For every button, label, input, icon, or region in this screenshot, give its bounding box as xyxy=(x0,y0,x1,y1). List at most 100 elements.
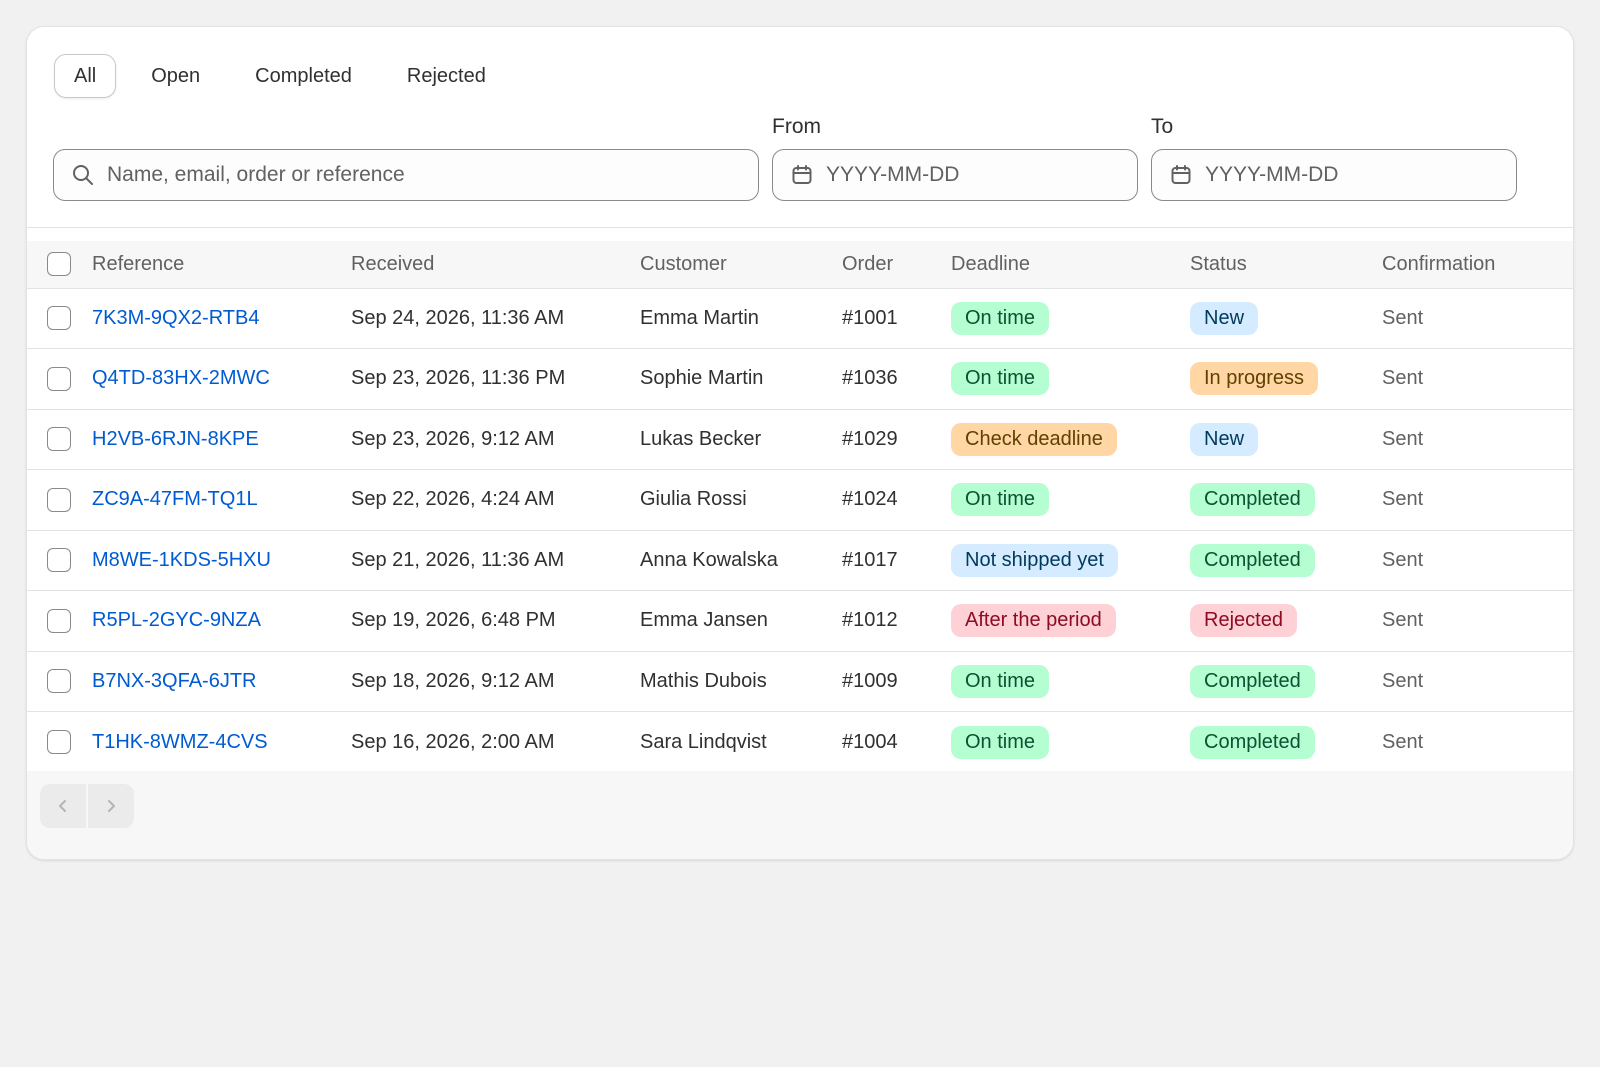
filter-tabs: All Open Completed Rejected xyxy=(54,54,521,98)
chevron-left-icon xyxy=(54,797,72,815)
from-date-input[interactable] xyxy=(824,154,1137,196)
order-cell: #1024 xyxy=(842,469,951,531)
reference-link[interactable]: B7NX-3QFA-6JTR xyxy=(92,670,256,692)
status-badge: In progress xyxy=(1190,362,1319,396)
deadline-cell: On time xyxy=(951,348,1190,410)
calendar-icon xyxy=(1169,163,1193,187)
row-checkbox[interactable] xyxy=(47,487,71,512)
status-badge: New xyxy=(1190,301,1259,335)
deadline-cell: On time xyxy=(951,651,1190,712)
to-date-input[interactable] xyxy=(1203,154,1516,196)
received-cell: Sep 21, 2026, 11:36 AM xyxy=(351,530,640,591)
reference-link[interactable]: 7K3M-9QX2-RTB4 xyxy=(92,307,259,329)
previous-page-button[interactable] xyxy=(40,784,86,828)
row-select-cell xyxy=(27,288,92,349)
table-row[interactable]: Q4TD-83HX-2MWC Sep 23, 2026, 11:36 PM Soph… xyxy=(27,348,1573,410)
row-select-cell xyxy=(27,590,92,652)
row-select-cell xyxy=(27,348,92,410)
table-row[interactable]: B7NX-3QFA-6JTR Sep 18, 2026, 9:12 AM Mathi… xyxy=(27,651,1573,712)
deadline-cell: After the period xyxy=(951,590,1190,652)
confirmation-cell: Sent xyxy=(1382,590,1573,652)
reference-cell: R5PL-2GYC-9NZA xyxy=(92,590,351,652)
table-row[interactable]: ZC9A-47FM-TQ1L Sep 22, 2026, 4:24 AM Giuli… xyxy=(27,469,1573,531)
deadline-badge: On time xyxy=(951,664,1050,698)
reference-cell: ZC9A-47FM-TQ1L xyxy=(92,469,351,531)
received-cell: Sep 22, 2026, 4:24 AM xyxy=(351,469,640,531)
row-checkbox[interactable] xyxy=(47,427,71,452)
table-row[interactable]: R5PL-2GYC-9NZA Sep 19, 2026, 6:48 PM Emma … xyxy=(27,590,1573,652)
reference-link[interactable]: Q4TD-83HX-2MWC xyxy=(92,367,270,389)
row-select-cell xyxy=(27,530,92,591)
tab-completed[interactable]: Completed xyxy=(235,54,372,98)
customer-cell: Emma Jansen xyxy=(640,590,842,652)
status-badge: New xyxy=(1190,422,1259,456)
table-row[interactable]: H2VB-6RJN-8KPE Sep 23, 2026, 9:12 AM Lukas… xyxy=(27,409,1573,470)
reference-link[interactable]: H2VB-6RJN-8KPE xyxy=(92,428,259,450)
column-header-status: Status xyxy=(1190,241,1382,289)
tab-open[interactable]: Open xyxy=(131,54,220,98)
row-checkbox[interactable] xyxy=(47,730,71,754)
search-input[interactable] xyxy=(105,154,758,196)
table-header-row: Reference Received Customer Order Deadli… xyxy=(27,241,1573,289)
customer-cell: Sophie Martin xyxy=(640,348,842,410)
order-cell: #1004 xyxy=(842,730,898,753)
customer-cell: Emma Martin xyxy=(640,288,842,349)
status-cell: New xyxy=(1190,409,1382,470)
deadline-badge: After the period xyxy=(951,604,1116,638)
customer-cell: Anna Kowalska xyxy=(640,530,842,591)
row-checkbox[interactable] xyxy=(47,306,71,331)
tab-rejected[interactable]: Rejected xyxy=(387,54,506,98)
row-select-cell xyxy=(27,409,92,470)
row-checkbox[interactable] xyxy=(47,669,71,694)
received-cell: Sep 16, 2026, 2:00 AM xyxy=(351,730,555,753)
order-cell: #1036 xyxy=(842,348,951,410)
status-badge: Completed xyxy=(1190,664,1315,698)
row-checkbox[interactable] xyxy=(47,608,71,633)
deadline-badge: On time xyxy=(951,301,1050,335)
status-cell: Completed xyxy=(1190,469,1382,531)
deadline-badge: On time xyxy=(951,483,1050,517)
calendar-icon xyxy=(790,163,814,187)
reference-link[interactable]: R5PL-2GYC-9NZA xyxy=(92,609,261,631)
deadline-badge: Not shipped yet xyxy=(951,543,1118,577)
deadline-cell: On time xyxy=(951,712,1190,773)
reference-link[interactable]: ZC9A-47FM-TQ1L xyxy=(92,488,258,510)
table-row[interactable]: 7K3M-9QX2-RTB4 Sep 24, 2026, 11:36 AM Emma… xyxy=(27,288,1573,349)
from-label: From xyxy=(772,115,821,138)
received-cell: Sep 23, 2026, 9:12 AM xyxy=(351,409,640,470)
table-row[interactable]: M8WE-1KDS-5HXU Sep 21, 2026, 11:36 AM Anna… xyxy=(27,530,1573,591)
confirmation-cell: Sent xyxy=(1382,409,1573,470)
chevron-right-icon xyxy=(102,797,120,815)
select-all-checkbox[interactable] xyxy=(47,252,71,277)
to-label: To xyxy=(1151,115,1174,138)
reference-link[interactable]: T1HK-8WMZ-4CVS xyxy=(92,731,268,753)
received-cell: Sep 18, 2026, 9:12 AM xyxy=(351,651,640,712)
reference-cell: H2VB-6RJN-8KPE xyxy=(92,409,351,470)
status-badge: Completed xyxy=(1190,543,1315,577)
row-checkbox[interactable] xyxy=(47,366,71,391)
pagination xyxy=(40,784,134,828)
confirmation-cell: Sent xyxy=(1382,651,1573,712)
tab-all[interactable]: All xyxy=(54,54,117,98)
returns-table: Reference Received Customer Order Deadli… xyxy=(27,241,1573,772)
table-row[interactable]: T1HK-8WMZ-4CVS Sep 16, 2026, 2:00 AM Sara … xyxy=(27,712,1573,773)
received-cell: Sep 24, 2026, 11:36 AM xyxy=(351,288,640,349)
row-checkbox[interactable] xyxy=(47,548,71,573)
confirmation-cell: Sent xyxy=(1382,730,1424,753)
status-badge: Completed xyxy=(1190,483,1315,517)
reference-cell: T1HK-8WMZ-4CVS xyxy=(92,712,351,773)
reference-link[interactable]: M8WE-1KDS-5HXU xyxy=(92,549,271,571)
confirmation-cell: Sent xyxy=(1382,288,1573,349)
order-cell: #1029 xyxy=(842,409,951,470)
divider xyxy=(27,227,1573,228)
column-header-received: Received xyxy=(351,241,640,289)
status-badge: Rejected xyxy=(1190,604,1297,638)
row-select-cell xyxy=(27,712,92,773)
reference-cell: M8WE-1KDS-5HXU xyxy=(92,530,351,591)
next-page-button[interactable] xyxy=(88,784,134,828)
table-footer xyxy=(27,771,1573,859)
search-icon xyxy=(71,163,95,187)
deadline-cell: On time xyxy=(951,469,1190,531)
deadline-cell: Not shipped yet xyxy=(951,530,1190,591)
from-date-field xyxy=(772,149,1138,201)
